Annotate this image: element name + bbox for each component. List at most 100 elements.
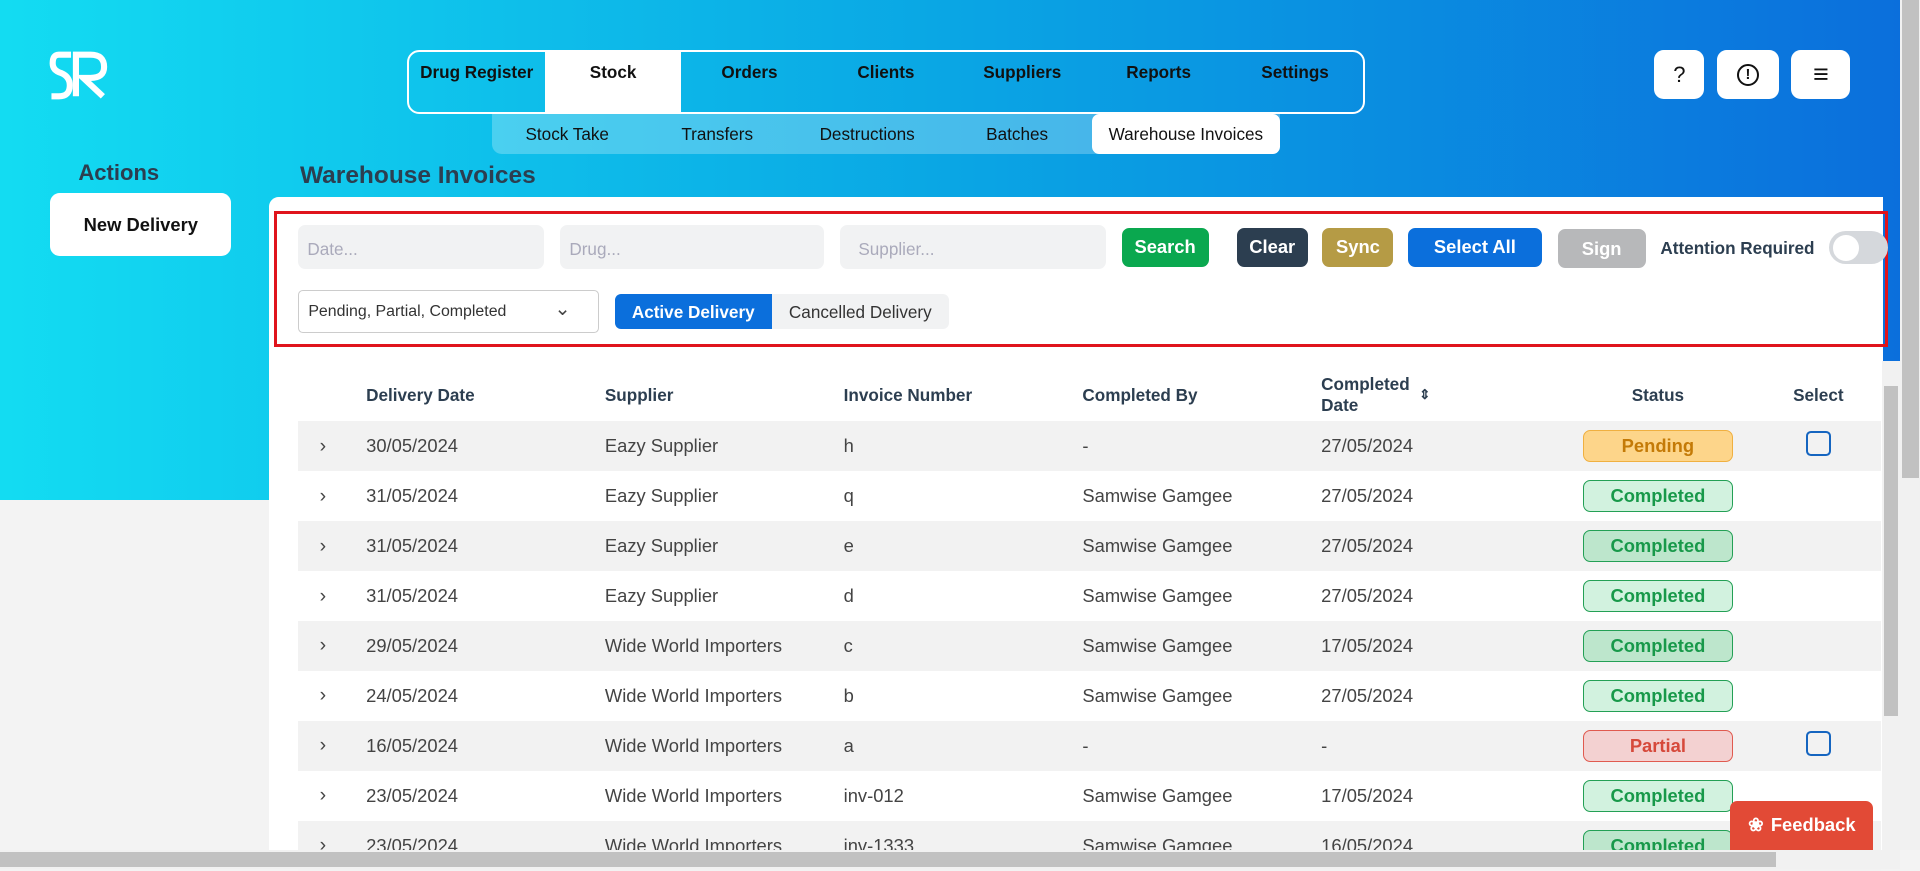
header-status: Status: [1631, 384, 1685, 405]
expand-row-chevron-icon[interactable]: ›: [298, 671, 367, 721]
completed-by-cell: -: [1082, 421, 1322, 472]
table-row[interactable]: › 16/05/2024 Wide World Importers a - - …: [297, 720, 1881, 771]
header-select: Select: [1793, 384, 1844, 405]
table-row[interactable]: › 23/05/2024 Wide World Importers inv-01…: [298, 771, 1881, 821]
logo-icon: [49, 52, 108, 100]
subnav-tab-warehouse-invoices[interactable]: Warehouse Invoices: [1092, 113, 1280, 155]
completed-by-cell: -: [1082, 720, 1322, 771]
sync-button[interactable]: Sync: [1322, 227, 1394, 267]
completed-date-cell: 17/05/2024: [1321, 621, 1560, 671]
status-cell: Partial: [1559, 720, 1756, 771]
status-badge: Completed: [1582, 530, 1734, 562]
supplier-cell: Eazy Supplier: [604, 485, 719, 507]
drug-input[interactable]: Drug...: [559, 225, 825, 270]
invoice-number-cell: e: [843, 521, 1083, 572]
header-supplier[interactable]: Supplier: [605, 370, 844, 421]
table-row[interactable]: › 24/05/2024 Wide World Importers b Samw…: [298, 671, 1881, 721]
delivery-date-cell: 23/05/2024: [366, 784, 458, 806]
expand-row-chevron-icon[interactable]: ›: [298, 471, 367, 521]
status-filter-value: Pending, Partial, Completed: [308, 303, 507, 321]
expand-row-chevron-icon[interactable]: ›: [297, 521, 367, 572]
subnav-tab-destructions[interactable]: Destructions: [792, 114, 942, 154]
select-checkbox[interactable]: [1806, 731, 1831, 756]
supplier-cell: Wide World Importers: [604, 684, 783, 706]
nav-tab-clients[interactable]: Clients: [818, 52, 954, 112]
supplier-cell: Eazy Supplier: [604, 585, 719, 607]
supplier-input[interactable]: Supplier...: [840, 225, 1106, 270]
header-invoice-number[interactable]: Invoice Number: [844, 370, 1083, 421]
select-checkbox[interactable]: [1806, 431, 1831, 456]
alert-icon: !: [1736, 63, 1759, 86]
expand-row-chevron-icon[interactable]: ›: [298, 771, 367, 821]
delivery-type-toggle: Active Delivery Cancelled Delivery: [614, 293, 949, 330]
expand-row-chevron-icon[interactable]: ›: [297, 621, 367, 671]
table-row[interactable]: › 31/05/2024 Eazy Supplier d Samwise Gam…: [298, 571, 1881, 621]
subnav-tab-stock-take[interactable]: Stock Take: [492, 114, 642, 154]
feedback-button[interactable]: ❀ Feedback: [1730, 800, 1874, 850]
select-cell: [1755, 421, 1881, 472]
nav-tab-reports[interactable]: Reports: [1090, 52, 1226, 112]
table-row[interactable]: › 30/05/2024 Eazy Supplier h - 27/05/202…: [297, 421, 1881, 472]
nav-tab-drug-register[interactable]: Drug Register: [409, 52, 545, 112]
table-row[interactable]: › 31/05/2024 Eazy Supplier e Samwise Gam…: [297, 521, 1881, 572]
table-row[interactable]: › 29/05/2024 Wide World Importers c Samw…: [297, 621, 1881, 671]
status-cell: Completed: [1559, 521, 1756, 572]
date-input[interactable]: Date...: [297, 225, 544, 270]
status-cell: Pending: [1559, 421, 1756, 472]
sort-icon[interactable]: ⇕: [1419, 387, 1430, 402]
header-completed-date-label: Completed Date: [1321, 374, 1410, 416]
nav-tab-orders[interactable]: Orders: [681, 52, 817, 112]
completed-by-cell: Samwise Gamgee: [1082, 521, 1322, 572]
page-vertical-scrollbar[interactable]: [1900, 0, 1920, 850]
expand-row-chevron-icon[interactable]: ›: [298, 571, 367, 621]
page-horizontal-scrollbar[interactable]: [0, 849, 1901, 870]
invoice-number-cell: inv-012: [843, 784, 904, 806]
status-filter-select[interactable]: Pending, Partial, Completed ⌄: [297, 290, 599, 334]
table-scrollbar[interactable]: [1882, 361, 1901, 851]
status-badge: Completed: [1582, 680, 1734, 712]
completed-date-cell: -: [1321, 720, 1560, 771]
clear-button[interactable]: Clear: [1236, 227, 1308, 267]
alert-button[interactable]: !: [1716, 50, 1780, 100]
sub-nav: Stock Take Transfers Destructions Batche…: [492, 113, 1280, 155]
sign-button[interactable]: Sign: [1557, 228, 1646, 269]
cancelled-delivery-tab[interactable]: Cancelled Delivery: [772, 294, 949, 330]
header-completed-date[interactable]: Completed Date ⇕: [1321, 370, 1560, 421]
header-delivery-date[interactable]: Delivery Date: [366, 370, 605, 421]
search-button[interactable]: Search: [1121, 227, 1209, 267]
select-cell: [1755, 621, 1881, 671]
expand-row-chevron-icon[interactable]: ›: [297, 421, 367, 472]
subnav-tab-batches[interactable]: Batches: [942, 114, 1092, 154]
completed-date-cell: 17/05/2024: [1321, 784, 1414, 806]
invoice-number-cell: h: [843, 421, 1083, 472]
subnav-tab-transfers[interactable]: Transfers: [642, 114, 792, 154]
help-button[interactable]: ?: [1654, 50, 1705, 100]
page-title: Warehouse Invoices: [300, 161, 536, 189]
completed-by-cell: Samwise Gamgee: [1082, 585, 1233, 607]
new-delivery-button[interactable]: New Delivery: [50, 193, 232, 256]
nav-tab-settings[interactable]: Settings: [1227, 52, 1363, 112]
menu-button[interactable]: ≡: [1791, 50, 1851, 100]
status-badge: Completed: [1582, 580, 1734, 612]
status-badge: Completed: [1582, 480, 1734, 513]
actions-heading: Actions: [78, 160, 160, 186]
attention-required-toggle[interactable]: [1829, 231, 1889, 265]
expand-row-chevron-icon[interactable]: ›: [297, 720, 367, 771]
active-delivery-tab[interactable]: Active Delivery: [614, 293, 772, 330]
completed-date-cell: 27/05/2024: [1321, 585, 1414, 607]
select-cell: [1756, 571, 1881, 621]
select-all-button[interactable]: Select All: [1408, 227, 1542, 267]
nav-tab-suppliers[interactable]: Suppliers: [954, 52, 1090, 112]
header-completed-by[interactable]: Completed By: [1082, 370, 1321, 421]
supplier-cell: Wide World Importers: [604, 784, 783, 806]
chevron-down-icon: ⌄: [554, 298, 571, 321]
table-row[interactable]: › 31/05/2024 Eazy Supplier q Samwise Gam…: [298, 471, 1881, 521]
help-icon: ?: [1673, 61, 1686, 87]
select-cell: [1756, 671, 1881, 721]
delivery-date-cell: 16/05/2024: [366, 720, 605, 771]
status-cell: Completed: [1560, 571, 1756, 621]
select-cell: [1755, 521, 1881, 572]
supplier-cell: Eazy Supplier: [604, 421, 844, 472]
nav-tab-stock[interactable]: Stock: [544, 52, 682, 112]
status-badge: Pending: [1582, 430, 1734, 463]
